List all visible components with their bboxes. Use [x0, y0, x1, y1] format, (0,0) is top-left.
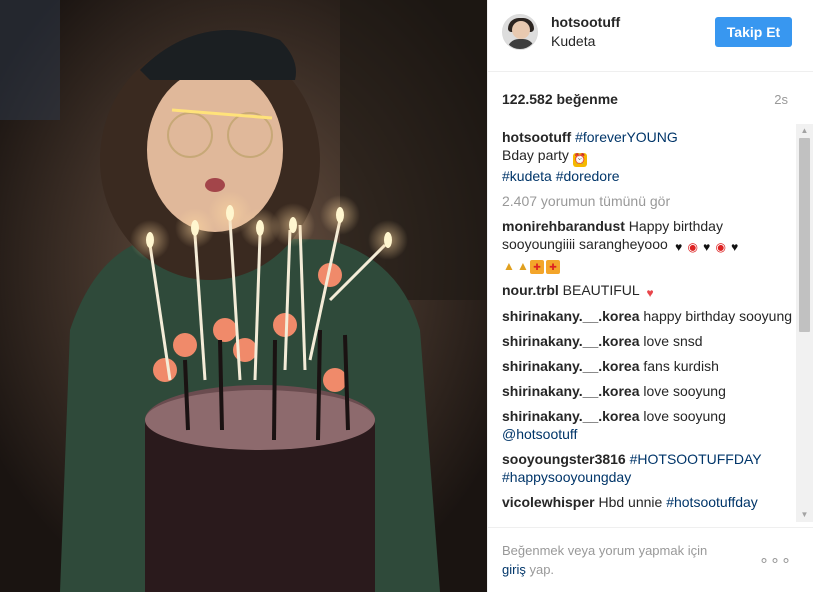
comment-username[interactable]: vicolewhisper [502, 494, 595, 510]
caption-text: Bday party [502, 147, 569, 163]
comment-item: shirinakany.__.korea love sooyung @hotso… [502, 407, 794, 443]
comment-username[interactable]: shirinakany.__.korea [502, 383, 639, 399]
scroll-down-arrow-icon[interactable]: ▼ [796, 508, 813, 522]
comment-item: vicolewhisper Hbd unnie #hotsootuffday [502, 493, 794, 511]
comment-item: nour.trbl BEAUTIFUL ♥ [502, 281, 794, 300]
comment-username[interactable]: shirinakany.__.korea [502, 358, 639, 374]
alarm-clock-emoji-icon: ⏰ [572, 153, 587, 167]
post-footer: Beğenmek veya yorum yapmak için giriş ya… [488, 527, 813, 592]
comments-list: hotsootuff #foreverYOUNG Bday party ⏰ #k… [502, 128, 794, 520]
comment-text: love snsd [643, 333, 703, 349]
comment-text: love sooyung [643, 408, 726, 424]
comment-username[interactable]: shirinakany.__.korea [502, 408, 639, 424]
black-heart-emoji-icon: ♥ [675, 240, 683, 254]
comment-username[interactable]: shirinakany.__.korea [502, 333, 639, 349]
comment-username[interactable]: shirinakany.__.korea [502, 308, 639, 324]
comment-username[interactable]: monirehbarandust [502, 218, 625, 234]
hashtag-link[interactable]: #happysooyoungday [502, 469, 631, 485]
post-side-panel: hotsootuff Kudeta Takip Et 122.582 beğen… [487, 0, 813, 592]
comment-username[interactable]: nour.trbl [502, 282, 559, 298]
gift-emoji-icon: ✚ [530, 260, 544, 274]
comment-item: shirinakany.__.korea love sooyung [502, 382, 794, 400]
photo-illustration [0, 0, 487, 592]
comment-text: Hbd unnie [598, 494, 663, 510]
hashtag-link[interactable]: #HOTSOOTUFFDAY [630, 451, 762, 467]
mention-link[interactable]: @hotsootuff [502, 426, 577, 442]
lips-emoji-icon: ◉ [687, 240, 698, 254]
caption: hotsootuff #foreverYOUNG Bday party ⏰ #k… [502, 128, 794, 185]
caption-username[interactable]: hotsootuff [502, 129, 571, 145]
comment-item: shirinakany.__.korea fans kurdish [502, 357, 794, 375]
username-link[interactable]: hotsootuff [551, 14, 620, 30]
hashtag-link[interactable]: #kudeta [502, 168, 552, 184]
hashtag-link[interactable]: #foreverYOUNG [575, 129, 678, 145]
scroll-up-arrow-icon[interactable]: ▲ [796, 124, 813, 138]
post-header: hotsootuff Kudeta Takip Et [488, 0, 813, 72]
lips-emoji-icon: ◉ [715, 240, 726, 254]
comment-item: shirinakany.__.korea love snsd [502, 332, 794, 350]
party-popper-emoji-icon: ▲ [503, 259, 515, 273]
likes-count[interactable]: 122.582 beğenme [502, 91, 618, 107]
comment-text: fans kurdish [643, 358, 719, 374]
login-prompt-text: Beğenmek veya yorum yapmak için [502, 543, 708, 558]
view-all-comments-link[interactable]: 2.407 yorumun tümünü gör [502, 192, 794, 210]
post-time[interactable]: 2s [774, 92, 788, 107]
scrollbar-thumb[interactable] [799, 138, 810, 332]
comment-item: sooyoungster3816 #HOTSOOTUFFDAY #happyso… [502, 450, 794, 486]
black-heart-emoji-icon: ♥ [703, 240, 711, 254]
comment-item: monirehbarandust Happy birthday sooyoung… [502, 217, 794, 274]
gift-emoji-icon: ✚ [546, 260, 560, 274]
more-options-icon[interactable]: ∘∘∘ [759, 550, 792, 570]
avatar[interactable] [502, 14, 538, 50]
login-prompt-suffix: yap. [529, 562, 555, 577]
post-photo[interactable] [0, 0, 487, 592]
avatar-face [512, 21, 530, 39]
hashtag-link[interactable]: #doredore [556, 168, 620, 184]
comment-text: happy birthday sooyung [643, 308, 793, 324]
avatar-body [507, 39, 535, 49]
login-prompt: Beğenmek veya yorum yapmak için giriş ya… [502, 541, 732, 579]
hashtag-link[interactable]: #hotsootuffday [666, 494, 758, 510]
comment-text: BEAUTIFUL [562, 282, 640, 298]
party-popper-emoji-icon: ▲ [517, 259, 529, 273]
location-link[interactable]: Kudeta [551, 33, 595, 49]
post-viewer: hotsootuff Kudeta Takip Et 122.582 beğen… [0, 0, 813, 592]
follow-button[interactable]: Takip Et [715, 17, 792, 47]
comment-item: shirinakany.__.korea happy birthday sooy… [502, 307, 794, 325]
comments-scrollbar[interactable]: ▲ ▼ [796, 124, 813, 522]
red-heart-emoji-icon: ♥ [646, 286, 654, 300]
comment-username[interactable]: sooyoungster3816 [502, 451, 626, 467]
black-heart-emoji-icon: ♥ [731, 240, 739, 254]
login-link[interactable]: giriş [502, 562, 526, 577]
comment-text: love sooyung [643, 383, 726, 399]
